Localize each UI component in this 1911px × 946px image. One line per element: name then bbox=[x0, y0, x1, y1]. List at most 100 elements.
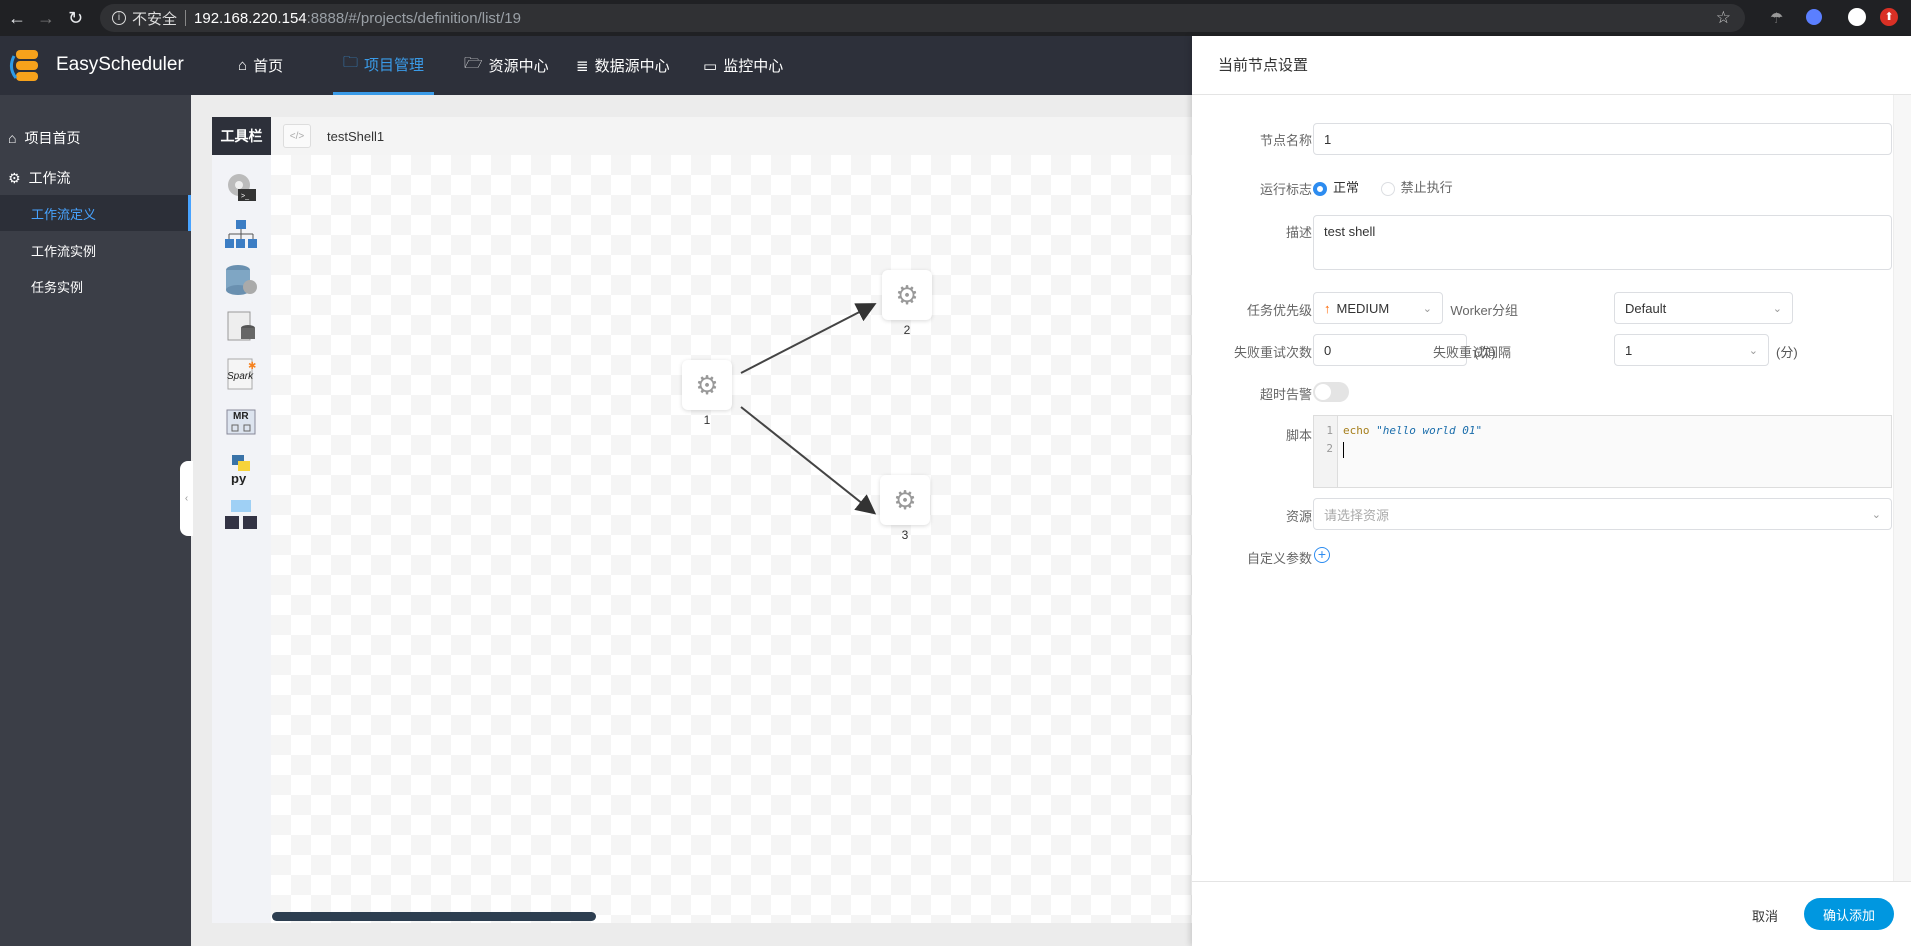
drawer-title: 当前节点设置 bbox=[1192, 36, 1911, 95]
chevron-down-icon: ⌄ bbox=[1772, 302, 1782, 315]
project-icon: 🗀 bbox=[343, 53, 359, 71]
timeout-alarm-label: 超时告警 bbox=[1259, 387, 1312, 402]
worker-group-label: Worker分组 bbox=[1450, 303, 1518, 318]
nav-monitor-center[interactable]: ▭ 监控中心 bbox=[703, 36, 783, 95]
sidebar-item-workflow-definition[interactable]: 工作流定义 bbox=[0, 195, 191, 231]
edges-layer bbox=[740, 303, 877, 515]
code-view-icon[interactable]: </> bbox=[283, 124, 311, 148]
tool-palette: >_ Spark ✱ MR py bbox=[212, 155, 271, 923]
node-label: 2 bbox=[903, 323, 911, 337]
update-icon[interactable]: ⬆ bbox=[1880, 8, 1898, 26]
sidebar: ⌂ 项目首页 ⚙ 工作流 工作流定义 工作流实例 任务实例 bbox=[0, 95, 191, 946]
edge-1-3[interactable] bbox=[740, 406, 877, 515]
retry-interval-unit: (分) bbox=[1776, 345, 1798, 360]
task-node-1[interactable]: ⚙ bbox=[682, 360, 732, 410]
collapse-sidebar-handle[interactable]: ‹ bbox=[180, 461, 193, 536]
vertical-scrollbar[interactable] bbox=[1893, 95, 1911, 881]
sidebar-item-workflow[interactable]: ⚙ 工作流 bbox=[0, 160, 191, 196]
mr-task-icon[interactable]: MR bbox=[224, 404, 258, 438]
worker-group-select[interactable]: Default ⌄ bbox=[1614, 292, 1793, 324]
svg-text:✱: ✱ bbox=[248, 361, 256, 372]
nav-home[interactable]: ⌂ 首页 bbox=[238, 36, 283, 95]
forward-icon[interactable]: → bbox=[37, 8, 55, 29]
shell-task-icon: ⚙ bbox=[695, 369, 719, 400]
monitor-icon: ▭ bbox=[703, 57, 718, 75]
run-flag-forbidden-radio[interactable]: 禁止执行 bbox=[1380, 180, 1453, 196]
text-cursor bbox=[1343, 442, 1344, 458]
svg-text:py: py bbox=[231, 471, 247, 485]
chevron-left-icon: ‹ bbox=[184, 493, 189, 504]
url-host: 192.168.220.154 bbox=[194, 9, 307, 27]
url-path: :8888/#/projects/definition/list/19 bbox=[306, 9, 521, 27]
script-label: 脚本 bbox=[1285, 428, 1312, 443]
timeout-alarm-toggle[interactable] bbox=[1313, 382, 1349, 402]
logo-icon bbox=[9, 50, 38, 81]
add-param-icon[interactable]: + bbox=[1314, 547, 1330, 563]
description-label: 描述 bbox=[1285, 225, 1312, 240]
retry-times-label: 失败重试次数 bbox=[1233, 345, 1312, 360]
sidebar-item-project-home[interactable]: ⌂ 项目首页 bbox=[0, 120, 191, 156]
priority-label: 任务优先级 bbox=[1246, 303, 1312, 318]
retry-interval-label: 失败重试间隔 bbox=[1432, 345, 1511, 360]
node-label: 3 bbox=[901, 528, 909, 542]
dag-canvas[interactable]: ⚙ 1 ⚙ 2 ⚙ 3 bbox=[271, 155, 1192, 923]
svg-text:Spark: Spark bbox=[227, 371, 254, 382]
sub-process-icon[interactable] bbox=[224, 218, 258, 252]
profile-icon[interactable] bbox=[1848, 8, 1866, 26]
node-settings-drawer: 当前节点设置 节点名称 1 运行标志 正常 禁止执行 描述 test shell… bbox=[1192, 36, 1911, 946]
node-name-input[interactable]: 1 bbox=[1313, 123, 1892, 155]
home-icon: ⌂ bbox=[238, 57, 248, 74]
star-icon[interactable]: ☆ bbox=[1716, 8, 1731, 28]
shell-task-icon[interactable]: >_ bbox=[224, 171, 258, 205]
back-icon[interactable]: ← bbox=[8, 8, 26, 29]
address-bar[interactable]: i 不安全 192.168.220.154:8888/#/projects/de… bbox=[100, 4, 1745, 32]
folder-icon: 🗁 bbox=[464, 55, 483, 72]
database-icon: ≣ bbox=[576, 57, 589, 75]
script-editor[interactable]: 12 echo "hello world 01" bbox=[1313, 415, 1892, 488]
task-node-3[interactable]: ⚙ bbox=[880, 475, 930, 525]
browser-toolbar: ← → ↻ i 不安全 192.168.220.154:8888/#/proje… bbox=[0, 0, 1911, 36]
nav-resource-center[interactable]: 🗁 资源中心 bbox=[464, 36, 549, 95]
python-task-icon[interactable]: py bbox=[224, 451, 258, 485]
task-node-2[interactable]: ⚙ bbox=[882, 270, 932, 320]
node-label: 1 bbox=[703, 413, 711, 427]
run-flag-normal-radio[interactable]: 正常 bbox=[1313, 180, 1359, 196]
run-flag-radio-group: 正常 禁止执行 bbox=[1313, 177, 1453, 196]
resources-label: 资源 bbox=[1285, 509, 1312, 524]
reload-icon[interactable]: ↻ bbox=[68, 8, 83, 29]
sidebar-item-task-instance[interactable]: 任务实例 bbox=[0, 268, 191, 304]
workflow-name: testShell1 bbox=[327, 128, 385, 144]
script-code: echo "hello world 01" bbox=[1343, 422, 1482, 458]
procedure-icon[interactable] bbox=[224, 263, 258, 297]
home-icon: ⌂ bbox=[8, 130, 17, 146]
resources-select[interactable]: 请选择资源 ⌄ bbox=[1313, 498, 1892, 530]
confirm-add-button[interactable]: 确认添加 bbox=[1804, 898, 1894, 930]
info-icon: i bbox=[112, 11, 126, 25]
run-flag-label: 运行标志 bbox=[1259, 182, 1312, 197]
nav-datasource-center[interactable]: ≣ 数据源中心 bbox=[576, 36, 670, 95]
horizontal-scrollbar[interactable] bbox=[272, 912, 596, 921]
arrow-up-icon: ↑ bbox=[1324, 300, 1331, 316]
edge-1-2[interactable] bbox=[740, 303, 877, 374]
node-name-label: 节点名称 bbox=[1259, 133, 1312, 148]
extension-parachute-icon[interactable]: ☂ bbox=[1770, 9, 1783, 27]
sidebar-item-workflow-instance[interactable]: 工作流实例 bbox=[0, 232, 191, 268]
shell-task-icon: ⚙ bbox=[895, 279, 919, 310]
shell-task-icon: ⚙ bbox=[893, 484, 917, 515]
extension-bird-icon[interactable] bbox=[1806, 9, 1822, 25]
gear-icon: ⚙ bbox=[8, 169, 21, 186]
description-textarea[interactable]: test shell bbox=[1313, 215, 1892, 270]
security-label: 不安全 bbox=[132, 10, 178, 28]
sql-task-icon[interactable] bbox=[224, 310, 258, 344]
dependent-task-icon[interactable] bbox=[224, 498, 258, 532]
custom-params-label: 自定义参数 bbox=[1246, 551, 1312, 566]
retry-interval-select[interactable]: 1 ⌄ bbox=[1614, 334, 1769, 366]
chevron-down-icon: ⌄ bbox=[1871, 508, 1881, 521]
chevron-down-icon: ⌄ bbox=[1748, 344, 1758, 357]
svg-text:>_: >_ bbox=[241, 193, 249, 200]
svg-text:MR: MR bbox=[233, 411, 249, 422]
nav-project-management[interactable]: 🗀 项目管理 bbox=[333, 36, 435, 95]
toolbar-label: 工具栏 bbox=[212, 117, 271, 155]
spark-task-icon[interactable]: Spark✱ bbox=[224, 357, 258, 391]
cancel-button[interactable]: 取消 bbox=[1752, 906, 1778, 925]
